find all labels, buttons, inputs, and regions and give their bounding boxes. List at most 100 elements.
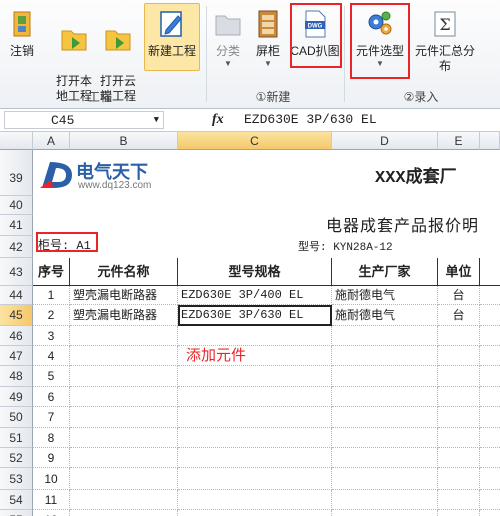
unit-cell[interactable] — [438, 407, 480, 428]
unit-cell[interactable] — [438, 366, 480, 387]
manufacturer-cell[interactable] — [332, 346, 438, 366]
spec-cell[interactable] — [178, 448, 332, 468]
spec-cell[interactable] — [178, 326, 332, 346]
row-header-54[interactable]: 54 — [0, 490, 33, 510]
cell[interactable] — [480, 366, 500, 387]
cell[interactable] — [480, 407, 500, 428]
row-header-47[interactable]: 47 — [0, 346, 33, 366]
cell[interactable] — [480, 286, 500, 305]
manufacturer-cell[interactable] — [332, 490, 438, 510]
spec-cell[interactable]: EZD630E 3P/400 EL — [178, 286, 332, 305]
cell[interactable] — [480, 305, 500, 326]
manufacturer-cell[interactable] — [332, 468, 438, 490]
select-all-corner[interactable] — [0, 132, 33, 150]
row-header-39[interactable]: 39 — [0, 150, 33, 196]
unit-cell[interactable] — [438, 326, 480, 346]
manufacturer-cell[interactable] — [332, 326, 438, 346]
row-header-55[interactable]: 55 — [0, 510, 33, 516]
row-number-cell[interactable]: 9 — [33, 448, 70, 468]
row-header-40[interactable]: 40 — [0, 196, 33, 215]
component-name-cell[interactable] — [70, 428, 178, 448]
new-project-button[interactable]: 新建工程 — [144, 4, 200, 82]
cell[interactable] — [480, 490, 500, 510]
column-header-c[interactable]: C — [178, 132, 332, 150]
column-header-b[interactable]: B — [70, 132, 178, 150]
name-box[interactable]: C45 ▼ — [4, 111, 164, 129]
unit-cell[interactable]: 台 — [438, 305, 480, 326]
component-name-cell[interactable] — [70, 387, 178, 407]
component-name-cell[interactable] — [70, 326, 178, 346]
row-number-cell[interactable]: 12 — [33, 510, 70, 516]
row-header-46[interactable]: 46 — [0, 326, 33, 346]
open-local-project-button[interactable]: 打开本 地工程 — [52, 4, 96, 103]
row-header-53[interactable]: 53 — [0, 468, 33, 490]
spec-cell[interactable] — [178, 366, 332, 387]
unit-cell[interactable] — [438, 428, 480, 448]
cell[interactable] — [480, 448, 500, 468]
row-header-43[interactable]: 43 — [0, 258, 33, 286]
cell[interactable] — [480, 387, 500, 407]
manufacturer-cell[interactable]: 施耐德电气 — [332, 305, 438, 326]
column-header-e[interactable]: E — [438, 132, 480, 150]
component-name-cell[interactable] — [70, 468, 178, 490]
category-button[interactable]: 分类 ▼ — [210, 4, 246, 82]
manufacturer-cell[interactable] — [332, 387, 438, 407]
spec-cell[interactable] — [178, 510, 332, 516]
column-header-d[interactable]: D — [332, 132, 438, 150]
component-name-cell[interactable] — [70, 448, 178, 468]
chevron-down-icon[interactable]: ▼ — [154, 112, 159, 129]
component-name-cell[interactable] — [70, 407, 178, 428]
row-number-cell[interactable]: 10 — [33, 468, 70, 490]
unit-cell[interactable] — [438, 346, 480, 366]
function-icon[interactable]: fx — [212, 112, 224, 128]
formula-input[interactable]: EZD630E 3P/630 EL — [244, 112, 377, 127]
component-name-cell[interactable] — [70, 490, 178, 510]
table-header-cell[interactable]: 序号 — [33, 258, 70, 286]
unit-cell[interactable] — [438, 468, 480, 490]
row-header-45[interactable]: 45 — [0, 305, 33, 326]
component-name-cell[interactable] — [70, 366, 178, 387]
manufacturer-cell[interactable] — [332, 510, 438, 516]
unit-cell[interactable] — [438, 387, 480, 407]
component-summary-button[interactable]: Σ 元件汇总分布 — [410, 4, 480, 82]
row-header-52[interactable]: 52 — [0, 448, 33, 468]
cell[interactable] — [480, 510, 500, 516]
screen-cabinet-button[interactable]: 屏柜 ▼ — [250, 4, 286, 82]
row-number-cell[interactable]: 2 — [33, 305, 70, 326]
table-header-cell[interactable]: 单位 — [438, 258, 480, 286]
table-header-cell[interactable]: 生产厂家 — [332, 258, 438, 286]
logout-button[interactable]: 注销 — [2, 4, 42, 82]
row-number-cell[interactable]: 6 — [33, 387, 70, 407]
spec-cell[interactable] — [178, 468, 332, 490]
row-number-cell[interactable]: 11 — [33, 490, 70, 510]
row-header-48[interactable]: 48 — [0, 366, 33, 387]
open-cloud-project-button[interactable]: 打开云 端工程 — [96, 4, 140, 103]
spec-cell[interactable] — [178, 387, 332, 407]
row-header-49[interactable]: 49 — [0, 387, 33, 407]
row-header-42[interactable]: 42 — [0, 236, 33, 258]
row-number-cell[interactable]: 8 — [33, 428, 70, 448]
component-name-cell[interactable] — [70, 510, 178, 516]
table-header-cell[interactable]: 型号规格 — [178, 258, 332, 286]
spec-cell[interactable] — [178, 490, 332, 510]
column-header-a[interactable]: A — [33, 132, 70, 150]
manufacturer-cell[interactable] — [332, 448, 438, 468]
row-number-cell[interactable]: 4 — [33, 346, 70, 366]
row-number-cell[interactable]: 7 — [33, 407, 70, 428]
spec-cell[interactable] — [178, 407, 332, 428]
component-name-cell[interactable] — [70, 346, 178, 366]
table-header-cell[interactable]: 元件名称 — [70, 258, 178, 286]
component-name-cell[interactable]: 塑壳漏电断路器 — [70, 286, 178, 305]
cell[interactable] — [480, 346, 500, 366]
manufacturer-cell[interactable] — [332, 428, 438, 448]
row-header-51[interactable]: 51 — [0, 428, 33, 448]
spec-cell[interactable] — [178, 428, 332, 448]
column-header-f[interactable] — [480, 132, 500, 150]
row-number-cell[interactable]: 3 — [33, 326, 70, 346]
row-header-50[interactable]: 50 — [0, 407, 33, 428]
manufacturer-cell[interactable] — [332, 366, 438, 387]
unit-cell[interactable] — [438, 490, 480, 510]
row-number-cell[interactable]: 5 — [33, 366, 70, 387]
table-header-cell[interactable] — [480, 258, 500, 286]
unit-cell[interactable]: 台 — [438, 286, 480, 305]
